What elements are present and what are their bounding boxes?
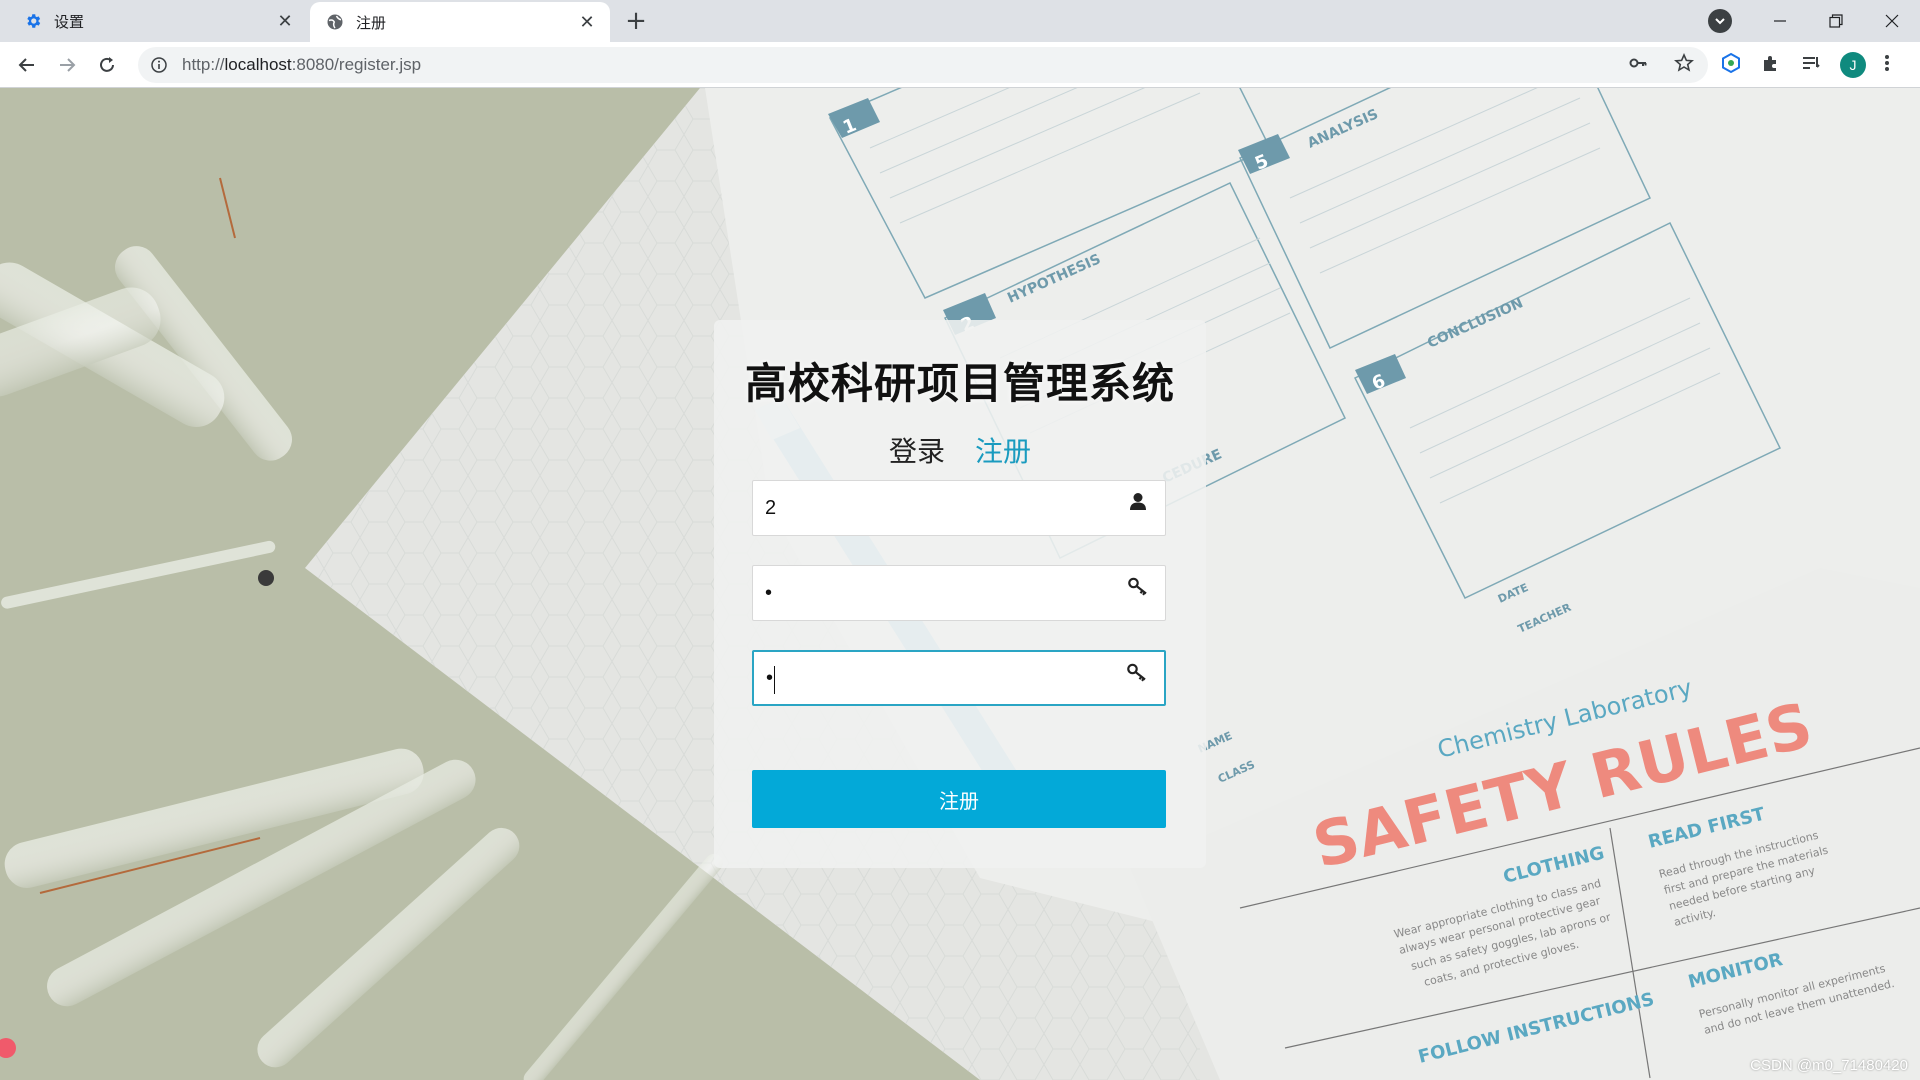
username-input[interactable]: [753, 481, 1113, 535]
reload-icon[interactable]: [92, 50, 122, 80]
key-icon: [1126, 662, 1148, 684]
new-tab-button[interactable]: +: [622, 7, 650, 35]
menu-dots-icon[interactable]: [1884, 53, 1890, 77]
info-icon[interactable]: [150, 56, 168, 74]
text-caret: [774, 666, 775, 694]
tab-strip: 设置 ✕ 注册 ✕ +: [0, 0, 1920, 42]
close-icon[interactable]: ✕: [274, 10, 296, 32]
extensions-puzzle-icon[interactable]: [1760, 52, 1782, 78]
close-window-icon[interactable]: [1864, 0, 1920, 42]
gear-icon: [24, 12, 42, 30]
tab-title: 设置: [54, 12, 85, 31]
minimize-icon[interactable]: [1752, 0, 1808, 42]
tab-login[interactable]: 登录: [889, 430, 945, 470]
star-icon[interactable]: [1674, 53, 1694, 77]
tab-settings[interactable]: 设置 ✕: [8, 0, 308, 42]
register-submit-button[interactable]: 注册: [752, 770, 1166, 828]
tab-search-icon[interactable]: [1708, 9, 1732, 33]
confirm-password-input[interactable]: [754, 652, 1114, 704]
user-icon: [1127, 491, 1149, 513]
extension-hexagon-icon[interactable]: [1720, 52, 1742, 78]
page-viewport: 1 2 5 6 HYPOTHESIS ANALYSIS CONCLUSION C…: [0, 88, 1920, 1080]
tab-title: 注册: [356, 13, 387, 32]
register-panel: 高校科研项目管理系统 登录 注册 注册: [714, 320, 1206, 868]
browser-toolbar: http://localhost:8080/register.jsp J: [0, 42, 1920, 88]
tab-register[interactable]: 注册: [975, 430, 1031, 470]
profile-avatar[interactable]: J: [1840, 52, 1866, 78]
auth-tabs: 登录 注册: [714, 430, 1206, 470]
password-input[interactable]: [753, 566, 1113, 620]
back-icon[interactable]: [12, 50, 42, 80]
globe-icon: [326, 13, 344, 31]
csdn-watermark: CSDN @m0_71480420: [1750, 1057, 1908, 1074]
restore-icon[interactable]: [1808, 0, 1864, 42]
key-icon[interactable]: [1628, 53, 1648, 77]
address-bar[interactable]: http://localhost:8080/register.jsp: [138, 47, 1708, 83]
password-field[interactable]: [752, 565, 1166, 621]
system-title: 高校科研项目管理系统: [744, 359, 1175, 408]
key-icon: [1127, 576, 1149, 598]
forward-icon[interactable]: [52, 50, 82, 80]
url-text: http://localhost:8080/register.jsp: [182, 55, 422, 74]
close-icon[interactable]: ✕: [576, 11, 598, 33]
tab-register[interactable]: 注册 ✕: [310, 2, 610, 42]
reading-list-icon[interactable]: [1800, 52, 1822, 78]
username-field[interactable]: [752, 480, 1166, 536]
confirm-password-field[interactable]: [752, 650, 1166, 706]
